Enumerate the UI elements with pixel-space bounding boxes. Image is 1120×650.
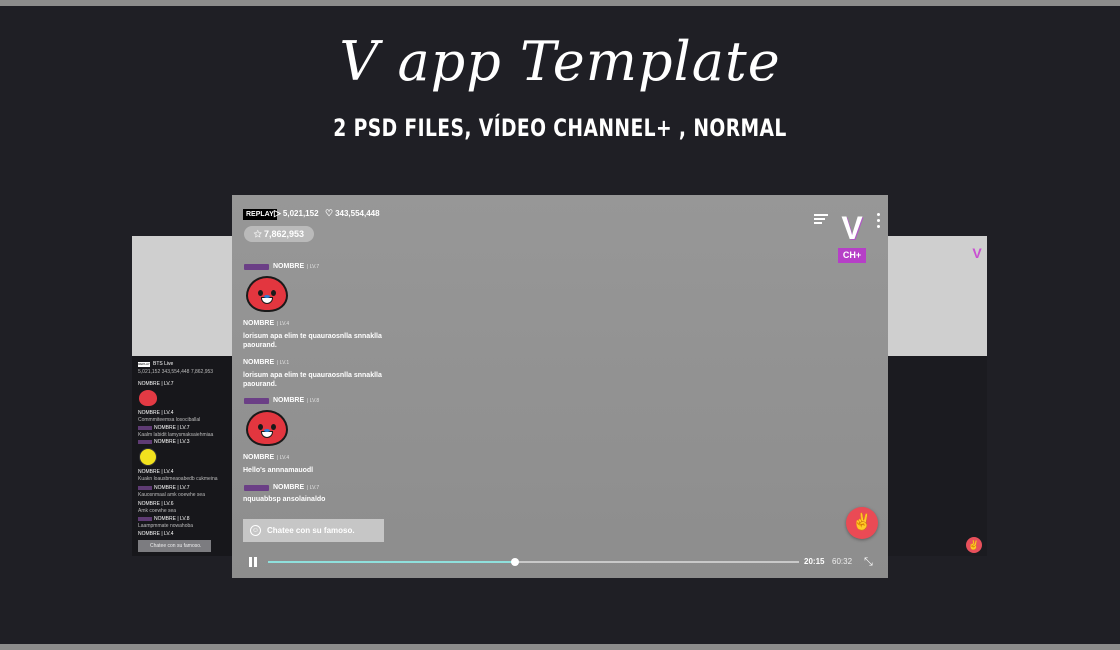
- exit-fullscreen-icon[interactable]: ⤡: [864, 556, 873, 569]
- chat-level: | LV.4: [277, 321, 290, 327]
- background-right-strip: [888, 356, 987, 556]
- chat-username: NOMBRE: [273, 263, 305, 270]
- likes-count: ♡ 343,554,448: [325, 208, 380, 218]
- views-count: ▷ 5,021,152: [274, 208, 319, 218]
- finger-heart-icon: ✌: [852, 514, 872, 531]
- mini-chat-line: Kauosnmaal amk ooewhe sea: [138, 492, 205, 498]
- chat-message: lorisum apa elim te quauraosnlla snnakll…: [243, 372, 382, 388]
- current-time: 20:15: [804, 557, 825, 566]
- chat-username: NOMBRE: [243, 320, 275, 327]
- chat-level: | LV.4: [277, 455, 290, 461]
- video-player[interactable]: REPLAY ▷ 5,021,152 ♡ 343,554,448 ✩ 7,862…: [232, 195, 888, 578]
- mini-replay-badge: REPLAY: [138, 362, 150, 367]
- emoji-icon[interactable]: ☺: [250, 525, 261, 536]
- pause-button[interactable]: [249, 557, 257, 567]
- mini-live-title: BTS Live: [153, 361, 174, 367]
- user-badge: [244, 398, 269, 404]
- mini-chat-line: NOMBRE | LV.7: [138, 381, 174, 387]
- mini-chat-line: Amk coewhe sea: [138, 508, 177, 514]
- mini-chat-line: NOMBRE | LV.4: [138, 410, 174, 416]
- more-options-icon[interactable]: [877, 213, 880, 231]
- chat-list-menu-icon[interactable]: [814, 214, 828, 226]
- mini-chat-line: NOMBRE | LV.6: [138, 501, 174, 507]
- mini-chat-line: NOMBRE | LV.4: [138, 469, 174, 475]
- chat-message: nquuabbsp ansolainaldo: [243, 496, 326, 503]
- user-badge: [244, 485, 269, 491]
- bottom-border: [0, 644, 1120, 650]
- chat-username: NOMBRE: [243, 454, 275, 461]
- mini-chat-line: NOMBRE | LV.3: [154, 439, 190, 445]
- play-icon: ▷: [274, 208, 281, 218]
- chat-input[interactable]: ☺ Chatee con su famoso.: [243, 519, 384, 542]
- mini-stats: 5,021,152 343,554,448 7,862,953: [138, 369, 214, 375]
- mini-chat-input[interactable]: Chatee con su famoso.: [138, 540, 211, 552]
- mini-tata-sticker-icon: [139, 390, 157, 406]
- chat-level: | LV.1: [277, 360, 290, 366]
- tata-sticker-icon: [246, 276, 288, 314]
- mini-chat-line: NOMBRE | LV.4: [138, 531, 174, 537]
- chat-level: | LV.7: [307, 264, 320, 270]
- chat-level: | LV.8: [307, 398, 320, 404]
- chat-message: lorisum apa elim te quauraosnlla snnakll…: [243, 333, 382, 349]
- chat-message: Hello's annnamauodl: [243, 467, 314, 474]
- star-icon: ✩: [253, 229, 262, 239]
- page-subtitle: 2 PSD FILES, VÍDEO CHANNEL+ , NORMAL: [333, 114, 787, 142]
- page-title: V app Template: [339, 30, 781, 93]
- mini-chat-line: NOMBRE | LV.7: [154, 485, 190, 491]
- mini-user-badge: [138, 440, 152, 444]
- finger-heart-button[interactable]: ✌: [846, 507, 878, 539]
- mini-chat-line: NOMBRE | LV.8: [154, 516, 190, 522]
- mini-vapp-logo-icon: V: [972, 245, 982, 261]
- mini-chat-line: Kuakn loausbmeaoabedb cukmeina: [138, 476, 218, 482]
- chat-username: NOMBRE: [273, 484, 305, 491]
- progress-bar[interactable]: [268, 558, 799, 566]
- victory-hand-icon: V: [841, 210, 863, 246]
- replay-badge: REPLAY: [243, 209, 277, 220]
- mini-chat-line: Commmiteemsa losociballal: [138, 417, 201, 423]
- total-time: 60:32: [832, 557, 853, 566]
- stars-count-pill: ✩ 7,862,953: [244, 226, 314, 242]
- mini-user-badge: [138, 486, 152, 490]
- channel-plus-badge: CH+: [838, 248, 866, 263]
- heart-outline-icon: ♡: [325, 208, 334, 218]
- mini-chimmy-sticker-icon: [139, 448, 157, 466]
- mini-user-badge: [138, 517, 152, 521]
- mini-chat-line: NOMBRE | LV.7: [154, 425, 190, 431]
- mini-chat-line: Kaalm labidit lamysmaksaiehmiaa: [138, 432, 214, 438]
- tata-sticker-icon: [246, 410, 288, 448]
- chat-level: | LV.7: [307, 485, 320, 491]
- chat-username: NOMBRE: [243, 359, 275, 366]
- progress-fill: [268, 561, 515, 563]
- mini-heart-button-icon[interactable]: ✌: [966, 537, 982, 553]
- mini-user-badge: [138, 426, 152, 430]
- chat-username: NOMBRE: [273, 397, 305, 404]
- top-border: [0, 0, 1120, 6]
- vapp-channel-plus-logo: V CH+: [836, 211, 868, 265]
- mini-chat-line: Laampmmate nowahoba: [138, 523, 194, 529]
- progress-handle[interactable]: [510, 558, 519, 566]
- user-badge: [244, 264, 269, 270]
